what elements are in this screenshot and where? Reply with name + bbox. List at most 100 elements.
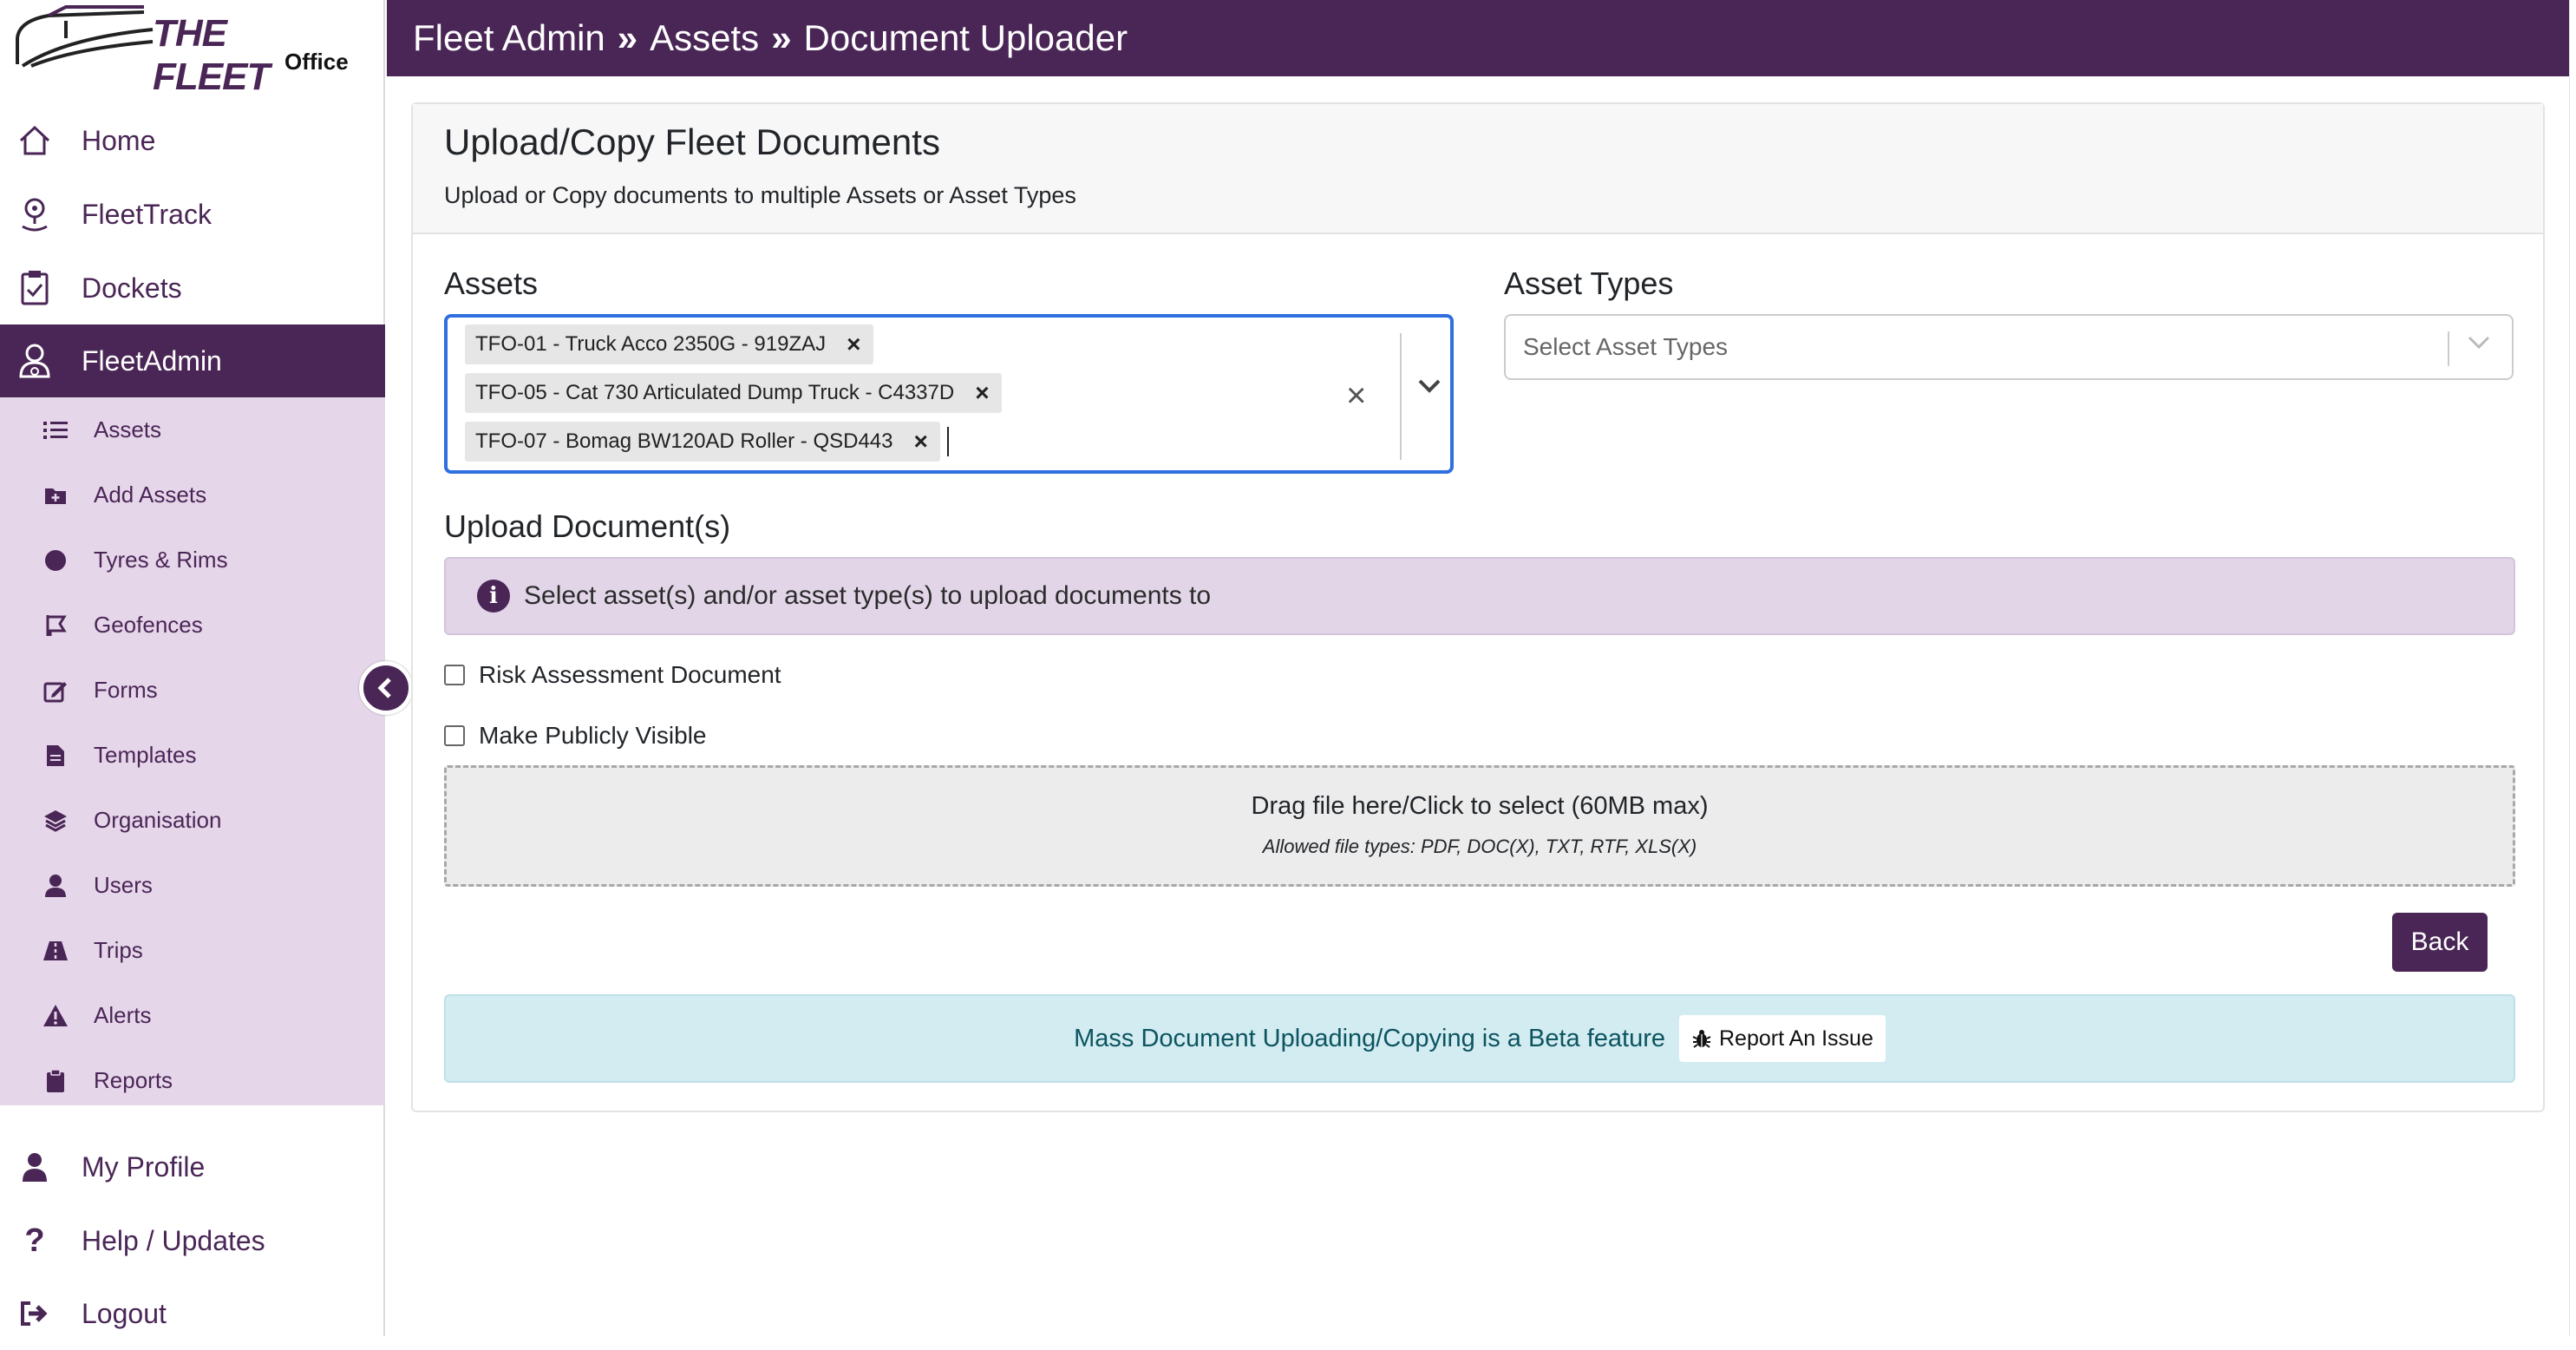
logo-subtitle: Office (284, 49, 349, 75)
clear-all-icon[interactable]: × (1346, 377, 1366, 416)
submenu-label: Trips (94, 937, 143, 963)
bug-icon (1692, 1030, 1711, 1048)
folder-plus-icon (42, 482, 69, 509)
edit-icon (42, 677, 69, 704)
assets-multiselect[interactable]: TFO-01 - Truck Acco 2350G - 919ZAJ × TFO… (444, 314, 1454, 474)
report-issue-label: Report An Issue (1718, 1026, 1873, 1051)
beta-notice-text: Mass Document Uploading/Copying is a Bet… (1074, 1024, 1665, 1052)
submenu-label: Assets (94, 416, 162, 442)
list-icon (42, 416, 69, 444)
file-dropzone[interactable]: Drag file here/Click to select (60MB max… (444, 765, 2515, 887)
chevron-left-icon (377, 678, 391, 698)
nav-help-updates[interactable]: ? Help / Updates (0, 1204, 385, 1277)
submenu-trips[interactable]: Trips (0, 918, 385, 983)
submenu-users[interactable]: Users (0, 853, 385, 918)
nav-fleettrack[interactable]: FleetTrack (0, 178, 385, 251)
clipboard-icon (42, 1067, 69, 1095)
user-cog-icon (16, 342, 54, 380)
breadcrumb-fleet-admin[interactable]: Fleet Admin (413, 17, 605, 59)
breadcrumb-separator: » (771, 17, 792, 58)
submenu-tyres-rims[interactable]: Tyres & Rims (0, 528, 385, 593)
truck-logo-icon (16, 5, 154, 68)
tag-label: TFO-05 - Cat 730 Articulated Dump Truck … (475, 381, 955, 404)
road-icon (42, 937, 69, 965)
selected-asset-tag: TFO-05 - Cat 730 Articulated Dump Truck … (465, 373, 1002, 413)
report-issue-button[interactable]: Report An Issue (1678, 1015, 1886, 1062)
submenu-templates[interactable]: Templates (0, 723, 385, 788)
selected-asset-tag: TFO-01 - Truck Acco 2350G - 919ZAJ × (465, 324, 873, 364)
circle-icon (42, 547, 69, 574)
selected-asset-tag: TFO-07 - Bomag BW120AD Roller - QSD443 × (465, 422, 940, 462)
submenu-label: Geofences (94, 612, 203, 638)
submenu-reports[interactable]: Reports (0, 1048, 385, 1113)
nav-dockets[interactable]: Dockets (0, 252, 385, 324)
question-icon: ? (24, 1222, 45, 1259)
submenu-label: Templates (94, 742, 197, 768)
page-title: Upload/Copy Fleet Documents (444, 121, 940, 162)
tag-label: TFO-01 - Truck Acco 2350G - 919ZAJ (475, 332, 827, 356)
dropzone-allowed-types: Allowed file types: PDF, DOC(X), TXT, RT… (1262, 836, 1697, 857)
submenu-label: Reports (94, 1067, 173, 1093)
public-visible-label[interactable]: Make Publicly Visible (479, 722, 707, 750)
tag-label: TFO-07 - Bomag BW120AD Roller - QSD443 (475, 429, 893, 453)
submenu-label: Tyres & Rims (94, 547, 228, 573)
chevron-down-icon[interactable] (1417, 378, 1442, 398)
nav-logout-label: Logout (82, 1297, 167, 1329)
select-divider (2448, 331, 2449, 366)
layers-icon (42, 807, 69, 835)
nav-fleetadmin[interactable]: FleetAdmin (0, 324, 385, 397)
map-flag-icon (42, 612, 69, 639)
submenu-alerts[interactable]: Alerts (0, 983, 385, 1048)
submenu-label: Add Assets (94, 482, 207, 508)
dropzone-instructions: Drag file here/Click to select (60MB max… (1251, 792, 1709, 820)
public-visible-checkbox[interactable] (444, 725, 465, 746)
risk-assessment-checkbox[interactable] (444, 665, 465, 685)
collapse-sidebar-button[interactable] (359, 661, 413, 715)
submenu-label: Alerts (94, 1002, 152, 1028)
remove-tag-icon[interactable]: × (847, 331, 860, 358)
file-icon (42, 742, 69, 770)
page-header: Fleet Admin » Assets » Document Uploader (387, 0, 2571, 76)
page-subtitle: Upload or Copy documents to multiple Ass… (444, 182, 1076, 208)
asset-types-label: Asset Types (1504, 265, 1674, 301)
submenu-geofences[interactable]: Geofences (0, 593, 385, 658)
sidebar: THE FLEET Office Home FleetTrack Dockets… (0, 0, 385, 1336)
submenu-assets[interactable]: Assets (0, 397, 385, 462)
submenu-label: Organisation (94, 807, 222, 833)
risk-assessment-label[interactable]: Risk Assessment Document (479, 661, 781, 689)
asset-types-select[interactable]: Select Asset Types (1504, 314, 2514, 380)
nav-profile-label: My Profile (82, 1150, 206, 1183)
select-divider (1400, 333, 1402, 460)
nav-logout[interactable]: Logout (0, 1277, 385, 1350)
beta-notice: Mass Document Uploading/Copying is a Bet… (444, 994, 2515, 1083)
nav-my-profile[interactable]: My Profile (0, 1130, 385, 1203)
nav-home[interactable]: Home (0, 104, 385, 177)
nav-home-label: Home (82, 124, 156, 156)
info-alert: i Select asset(s) and/or asset type(s) t… (444, 557, 2515, 635)
info-icon: i (477, 580, 510, 613)
breadcrumb-separator: » (617, 17, 638, 58)
submenu-label: Forms (94, 677, 158, 703)
asset-types-placeholder: Select Asset Types (1523, 333, 1729, 360)
breadcrumb-assets[interactable]: Assets (650, 17, 759, 59)
submenu-organisation[interactable]: Organisation (0, 788, 385, 853)
back-button[interactable]: Back (2392, 913, 2488, 972)
info-alert-text: Select asset(s) and/or asset type(s) to … (524, 581, 1212, 610)
remove-tag-icon[interactable]: × (914, 428, 928, 455)
nav-help-label: Help / Updates (82, 1224, 265, 1256)
map-pin-icon (16, 195, 54, 233)
card-header: Upload/Copy Fleet Documents Upload or Co… (413, 104, 2543, 234)
submenu-forms[interactable]: Forms (0, 658, 385, 723)
text-caret (947, 427, 949, 456)
chevron-down-icon[interactable] (2467, 335, 2491, 355)
upload-card: Upload/Copy Fleet Documents Upload or Co… (411, 102, 2545, 1112)
submenu-add-assets[interactable]: Add Assets (0, 462, 385, 528)
home-icon (16, 121, 54, 160)
risk-assessment-row: Risk Assessment Document (444, 661, 781, 689)
breadcrumb-document-uploader: Document Uploader (803, 17, 1128, 58)
remove-tag-icon[interactable]: × (975, 379, 989, 407)
assets-label: Assets (444, 265, 539, 301)
clipboard-check-icon (16, 269, 54, 307)
scrollbar[interactable] (2569, 0, 2576, 1336)
logo[interactable]: THE FLEET Office (14, 3, 352, 98)
